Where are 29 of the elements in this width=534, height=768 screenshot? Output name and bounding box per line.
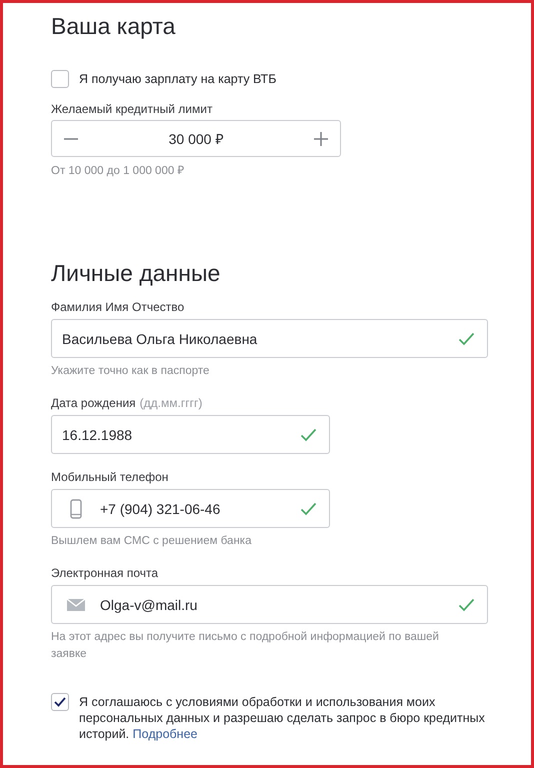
field-label: Дата рождения	[51, 396, 136, 410]
amount-value: 30 000 ₽	[168, 130, 224, 148]
field-value[interactable]: 16.12.1988	[62, 426, 286, 442]
field-label: Мобильный телефон	[51, 470, 168, 484]
input-field[interactable]: 16.12.1988	[51, 415, 330, 454]
field-label: Желаемый кредитный лимит	[51, 102, 214, 116]
field-value[interactable]: Olga-v@mail.ru	[100, 596, 444, 612]
phone-icon	[70, 498, 82, 518]
envelope-icon	[67, 598, 85, 610]
amount-stepper[interactable]: 30 000 ₽	[51, 120, 341, 157]
hint-text: От 10 000 до 1 000 000 ₽	[51, 164, 186, 178]
input-field[interactable]: +7 (904) 321-06-46	[51, 489, 330, 528]
checkbox-label: Я соглашаюсь с условиями обработки и использования моих персональных данных и разрешаю сделать запрос в бюро кредитных историй. Подробнее	[79, 694, 486, 742]
field-label: Электронная почта	[51, 566, 158, 580]
format-hint: (дд.мм.гггг)	[140, 396, 202, 410]
hint-text: Вышлем вам СМС с решением банка	[51, 534, 252, 549]
section-heading: Ваша карта	[51, 12, 176, 41]
input-field[interactable]: Васильева Ольга Николаевна	[51, 319, 488, 358]
hint-text: На этот адрес вы получите письмо с подробной информацией по вашей заявке	[51, 630, 440, 662]
hint-text: Укажите точно как в паспорте	[51, 364, 210, 379]
input-field[interactable]: Olga-v@mail.ru	[51, 585, 488, 624]
section-heading: Личные данные	[51, 259, 222, 288]
checkbox[interactable]	[51, 70, 69, 88]
field-value[interactable]: +7 (904) 321-06-46	[100, 500, 286, 516]
checked-checkbox[interactable]	[51, 693, 69, 711]
field-value[interactable]: Васильева Ольга Николаевна	[62, 330, 444, 346]
details-link[interactable]: Подробнее	[132, 727, 198, 741]
field-label: Фамилия Имя Отчество	[51, 300, 184, 314]
checkbox-label: Я получаю зарплату на карту ВТБ	[79, 71, 278, 87]
